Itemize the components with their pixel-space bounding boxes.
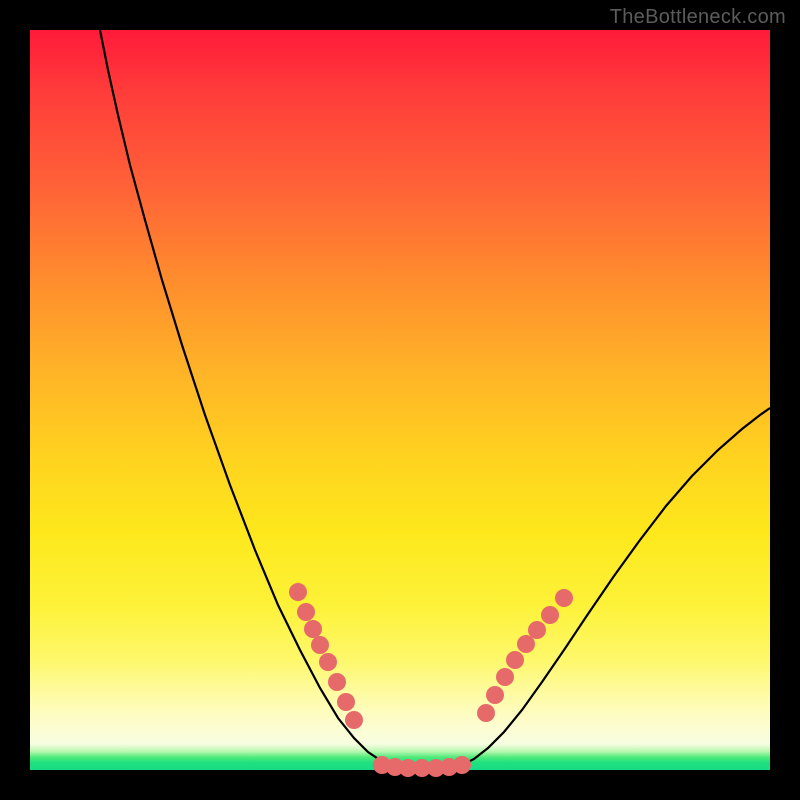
data-point	[311, 636, 329, 654]
plot-area	[30, 30, 770, 770]
data-point	[304, 620, 322, 638]
chart-frame: TheBottleneck.com	[0, 0, 800, 800]
curve-right-branch	[452, 408, 770, 767]
data-point	[319, 653, 337, 671]
curve-left-branch	[100, 30, 404, 767]
dot-group-right	[477, 589, 573, 722]
data-point	[528, 621, 546, 639]
data-point	[297, 603, 315, 621]
data-point	[555, 589, 573, 607]
watermark-text: TheBottleneck.com	[610, 6, 786, 29]
dot-group-bottom	[373, 756, 471, 777]
data-point	[453, 756, 471, 774]
data-point	[345, 711, 363, 729]
data-point	[328, 673, 346, 691]
data-point	[506, 651, 524, 669]
dot-group-left	[289, 583, 363, 729]
data-point	[477, 704, 495, 722]
data-point	[337, 693, 355, 711]
data-point	[517, 635, 535, 653]
data-point	[541, 606, 559, 624]
data-point	[496, 668, 514, 686]
data-point	[289, 583, 307, 601]
chart-svg	[30, 30, 770, 770]
data-point	[486, 686, 504, 704]
